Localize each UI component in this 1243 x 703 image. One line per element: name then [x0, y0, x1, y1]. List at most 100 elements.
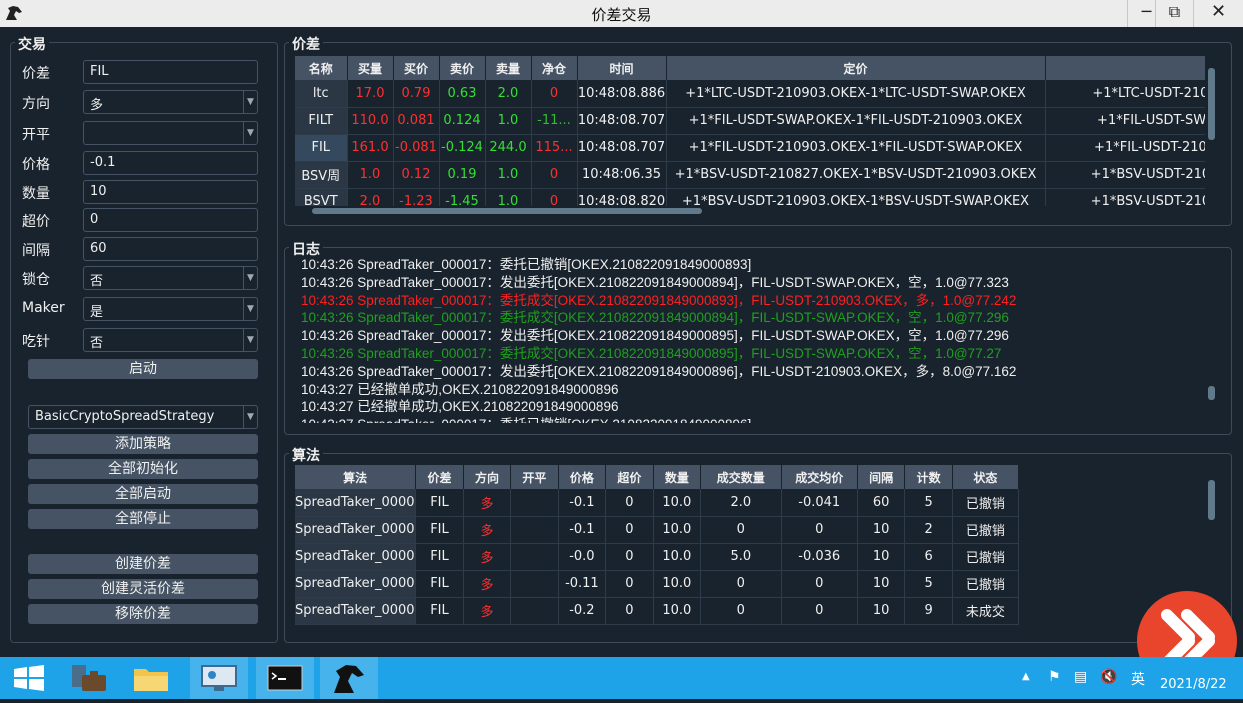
table-cell[interactable]: 2	[904, 516, 953, 544]
table-cell[interactable]: 多	[463, 543, 512, 571]
start-button[interactable]	[0, 657, 58, 699]
table-cell[interactable]: 1.0	[485, 161, 532, 189]
table-cell[interactable]: BSVT	[295, 188, 348, 206]
volume-muted-icon[interactable]: 🔇	[1100, 669, 1117, 685]
table-cell[interactable]: SpreadTaker_000015	[295, 543, 417, 571]
field-select[interactable]: 否 ▼	[83, 266, 258, 290]
taskbar-file-explorer[interactable]	[122, 657, 180, 699]
column-header[interactable]: 买量	[347, 56, 394, 80]
strategy-button[interactable]: 全部初始化	[28, 459, 258, 479]
clock-date[interactable]: 2021/8/22	[1160, 677, 1227, 692]
table-cell[interactable]: 0	[700, 597, 782, 625]
network-icon[interactable]: ▤	[1074, 669, 1087, 685]
flag-icon[interactable]: ⚑	[1048, 669, 1061, 685]
column-header[interactable]: 状态	[952, 465, 1020, 489]
table-cell[interactable]: 110.0	[347, 107, 394, 135]
table-row[interactable]: SpreadTaker_000015FIL多 -0.0010.05.0-0.036…	[295, 543, 1020, 571]
table-cell[interactable]: 已撤销	[952, 570, 1020, 598]
table-cell[interactable]: 0	[781, 597, 858, 625]
taskbar-server-manager[interactable]	[60, 657, 118, 699]
table-cell[interactable]: 10	[857, 543, 906, 571]
table-row[interactable]: FILT 110.0 0.081 0.124 1.0 -11... 10:48:08.707…	[295, 107, 1205, 135]
column-header[interactable]: 算法	[295, 465, 417, 489]
taskbar-trader-app[interactable]	[320, 657, 378, 699]
scroll-thumb[interactable]	[312, 208, 702, 214]
table-cell[interactable]: 10:48:08.886	[577, 80, 667, 108]
strategy-button[interactable]: 全部启动	[28, 484, 258, 504]
table-cell[interactable]: -0.081	[393, 134, 440, 162]
table-cell[interactable]: +1*FIL-USDT-210903.O	[1045, 134, 1205, 162]
table-cell[interactable]: FIL	[415, 489, 464, 517]
table-cell[interactable]: FIL	[415, 543, 464, 571]
table-cell[interactable]: 0	[531, 161, 578, 189]
table-cell[interactable]: 0	[781, 516, 858, 544]
table-cell[interactable]: 已撤销	[952, 543, 1020, 571]
table-cell[interactable]: 未成交	[952, 597, 1020, 625]
table-cell[interactable]: -11...	[531, 107, 578, 135]
table-cell[interactable]: 2.0	[700, 489, 782, 517]
column-header[interactable]: 价格	[558, 465, 607, 489]
table-cell[interactable]: FIL	[415, 597, 464, 625]
table-cell[interactable]: 2.0	[485, 80, 532, 108]
table-cell[interactable]: 0	[605, 516, 654, 544]
table-cell[interactable]: 244.0	[485, 134, 532, 162]
table-cell[interactable]: SpreadTaker_000013	[295, 597, 417, 625]
table-cell[interactable]: 10:48:08.707	[577, 107, 667, 135]
table-cell[interactable]: 0	[700, 570, 782, 598]
column-header[interactable]: 名称	[295, 56, 348, 80]
table-row[interactable]: SpreadTaker_000016FIL多-0.1010.000102已撤销	[295, 516, 1020, 544]
table-cell[interactable]: 1.0	[485, 188, 532, 206]
table-cell[interactable]: 5	[904, 489, 953, 517]
table-cell[interactable]: 0.63	[439, 80, 486, 108]
table-cell[interactable]: 0	[605, 543, 654, 571]
table-cell[interactable]: 115...	[531, 134, 578, 162]
field-input[interactable]: 10	[83, 180, 258, 204]
table-cell[interactable]: +1*FIL-USDT-SWAP.OKEX-1*FIL-USDT-210903.…	[666, 107, 1046, 135]
field-select[interactable]: 否 ▼	[83, 328, 258, 352]
table-cell[interactable]: 1.0	[485, 107, 532, 135]
column-header[interactable]: 方向	[463, 465, 512, 489]
table-cell[interactable]: +1*BSV-USDT-210903.OKEX-1*BSV-USDT-SWAP.…	[666, 188, 1046, 206]
table-cell[interactable]: 0	[605, 597, 654, 625]
ime-indicator[interactable]: 英	[1131, 669, 1145, 689]
table-cell[interactable]: +1*BSV-USDT-210827.OKEX-1*BSV-USDT-21090…	[666, 161, 1046, 189]
table-cell[interactable]: -0.1	[558, 489, 607, 517]
table-cell[interactable]: 60	[857, 489, 906, 517]
table-cell[interactable]: 0.124	[439, 107, 486, 135]
table-cell[interactable]: 10.0	[653, 570, 702, 598]
table-cell[interactable]: 10.0	[653, 489, 702, 517]
table-row[interactable]: FIL 161.0 -0.081 -0.124 244.0 115... 10:48:08.…	[295, 134, 1205, 162]
close-button[interactable]: ✕	[1193, 0, 1243, 27]
column-header[interactable]	[1045, 56, 1205, 80]
column-header[interactable]: 开平	[510, 465, 559, 489]
table-cell[interactable]: 0	[531, 80, 578, 108]
table-cell[interactable]: -0.124	[439, 134, 486, 162]
table-cell[interactable]: 17.0	[347, 80, 394, 108]
table-cell[interactable]: 2.0	[347, 188, 394, 206]
column-header[interactable]: 价差	[415, 465, 464, 489]
table-row[interactable]: ltc 17.0 0.79 0.63 2.0 0 10:48:08.886 +1*LTC-US…	[295, 80, 1205, 108]
table-cell[interactable]: 10	[857, 570, 906, 598]
log-vertical-scrollbar[interactable]	[1206, 262, 1216, 420]
scroll-thumb[interactable]	[1208, 68, 1215, 140]
table-cell[interactable]: 0	[605, 570, 654, 598]
table-cell[interactable]: 已撤销	[952, 516, 1020, 544]
table-row[interactable]: SpreadTaker_000013FIL多-0.2010.000109未成交	[295, 597, 1020, 625]
table-cell[interactable]: 已撤销	[952, 489, 1020, 517]
column-header[interactable]: 成交均价	[781, 465, 858, 489]
taskbar-command-prompt[interactable]	[256, 657, 314, 699]
table-cell[interactable]: 10.0	[653, 543, 702, 571]
table-cell[interactable]: +1*BSV-USDT-210903.O	[1045, 188, 1205, 206]
table-cell[interactable]: 10:48:08.820	[577, 188, 667, 206]
table-cell[interactable]: +1*BSV-USDT-210827.O	[1045, 161, 1205, 189]
table-cell[interactable]: +1*FIL-USDT-SWAP.OK	[1045, 107, 1205, 135]
table-cell[interactable]: 多	[463, 489, 512, 517]
strategy-select[interactable]: BasicCryptoSpreadStrategy ▼	[28, 405, 258, 429]
column-header[interactable]: 卖量	[485, 56, 532, 80]
table-cell[interactable]: ltc	[295, 80, 348, 108]
table-cell[interactable]	[510, 597, 559, 625]
column-header[interactable]: 净仓	[531, 56, 578, 80]
column-header[interactable]: 时间	[577, 56, 667, 80]
table-cell[interactable]: FIL	[415, 570, 464, 598]
spread-horizontal-scrollbar[interactable]	[300, 206, 1200, 216]
